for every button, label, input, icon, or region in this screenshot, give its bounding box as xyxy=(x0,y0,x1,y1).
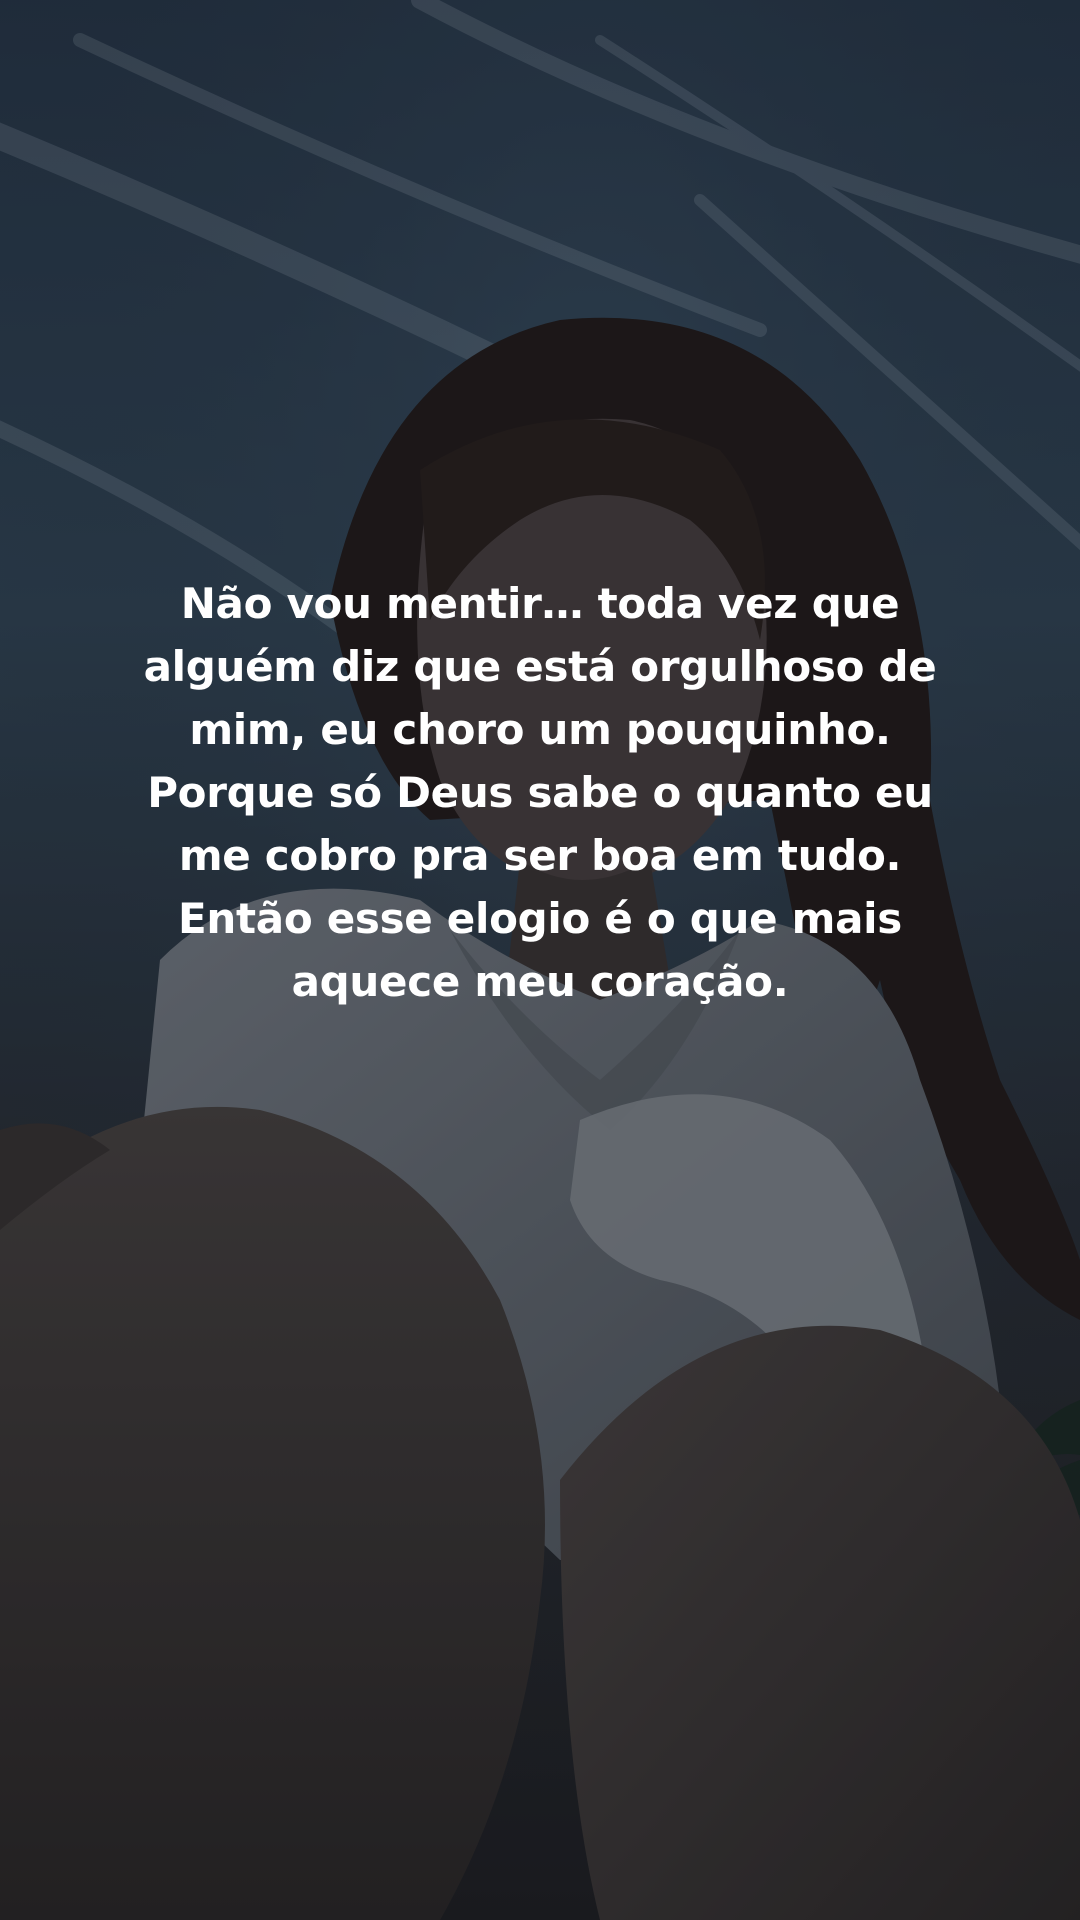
caption-line: aquece meu coração. xyxy=(291,957,789,1006)
caption-line: Não vou mentir… toda vez que xyxy=(180,579,900,628)
caption-line: mim, eu choro um pouquinho. xyxy=(189,705,891,754)
caption-text: Não vou mentir… toda vez que alguém diz … xyxy=(90,572,990,1013)
story-frame: Não vou mentir… toda vez que alguém diz … xyxy=(0,0,1080,1920)
caption-line: me cobro pra ser boa em tudo. xyxy=(178,831,902,880)
caption-line: alguém diz que está orgulhoso de xyxy=(143,642,937,691)
caption-line: Então esse elogio é o que mais xyxy=(178,894,902,943)
caption-line: Porque só Deus sabe o quanto eu xyxy=(147,768,933,817)
